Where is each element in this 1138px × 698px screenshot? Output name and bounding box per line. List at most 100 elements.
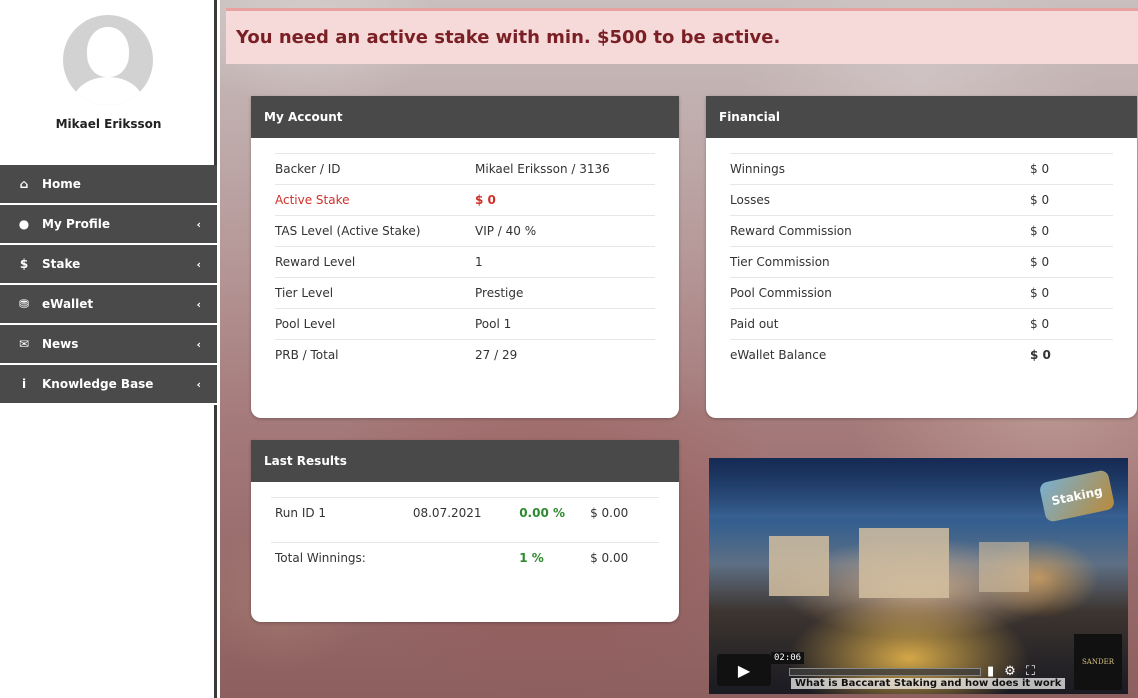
- row-value: $ 0: [1030, 224, 1050, 238]
- table-row: Winnings $ 0: [730, 153, 1113, 184]
- last-results-panel: Last Results Run ID 1 08.07.2021 0.00 % …: [251, 440, 679, 622]
- info-icon: i: [21, 377, 27, 391]
- financial-table: Winnings $ 0 Losses $ 0 Reward Commissio…: [730, 153, 1113, 370]
- table-row: Losses $ 0: [730, 184, 1113, 215]
- row-label: Tier Commission: [730, 255, 830, 269]
- user-icon: ●: [18, 217, 30, 231]
- brand-logo: SANDER: [1074, 634, 1122, 690]
- chevron-left-icon: ‹: [196, 217, 201, 231]
- table-row: Backer / ID Mikael Eriksson / 3136: [275, 153, 655, 184]
- row-label: PRB / Total: [275, 348, 339, 362]
- row-value: $ 0: [1030, 162, 1050, 176]
- main-content: You need an active stake with min. $500 …: [220, 0, 1138, 698]
- run-percent: 0.00 %: [519, 506, 565, 520]
- row-value: Prestige: [475, 286, 524, 300]
- table-row: Pool Level Pool 1: [275, 308, 655, 339]
- row-label: Reward Commission: [730, 224, 852, 238]
- play-button[interactable]: ▶: [717, 654, 771, 686]
- table-row: Reward Level 1: [275, 246, 655, 277]
- sidebar-item-news[interactable]: ✉ News ‹: [0, 325, 217, 365]
- row-value: $ 0: [1030, 193, 1050, 207]
- avatar-body: [73, 77, 143, 105]
- video-time: 02:06: [771, 652, 805, 664]
- run-date: 08.07.2021: [412, 506, 482, 520]
- video-progress-bar[interactable]: [789, 668, 981, 676]
- sidebar-item-home[interactable]: ⌂ Home: [0, 165, 217, 205]
- inactive-alert: You need an active stake with min. $500 …: [226, 8, 1138, 64]
- chevron-left-icon: ‹: [196, 377, 201, 391]
- sidebar-item-label: My Profile: [42, 217, 111, 231]
- table-row: eWallet Balance $ 0: [730, 339, 1113, 370]
- row-label: Tier Level: [275, 286, 334, 300]
- run-id: Run ID 1: [275, 506, 327, 520]
- sidebar-item-label: News: [42, 337, 79, 351]
- table-row: Active Stake $ 0: [275, 184, 655, 215]
- table-row: Reward Commission $ 0: [730, 215, 1113, 246]
- row-label: TAS Level (Active Stake): [275, 224, 421, 238]
- user-name: Mikael Eriksson: [55, 117, 162, 131]
- row-label: Paid out: [730, 317, 779, 331]
- sidebar-item-my-profile[interactable]: ● My Profile ‹: [0, 205, 217, 245]
- settings-icon[interactable]: ⚙: [1004, 664, 1016, 679]
- row-value: $ 0: [1030, 255, 1050, 269]
- dollar-icon: $: [19, 257, 29, 271]
- video-player[interactable]: Staking ▶ 02:06 What is Baccarat Staking…: [709, 458, 1128, 694]
- row-label: Losses: [730, 193, 770, 207]
- table-row: Tier Commission $ 0: [730, 246, 1113, 277]
- account-table: Backer / ID Mikael Eriksson / 3136 Activ…: [275, 153, 655, 370]
- sidebar-item-stake[interactable]: $ Stake ‹: [0, 245, 217, 285]
- row-label: Pool Level: [275, 317, 336, 331]
- row-value: Mikael Eriksson / 3136: [475, 162, 610, 176]
- row-value: 1: [475, 255, 483, 269]
- sidebar-item-knowledge-base[interactable]: i Knowledge Base ‹: [0, 365, 217, 405]
- table-row: Run ID 1 08.07.2021 0.00 % $ 0.00: [271, 497, 659, 528]
- chevron-left-icon: ‹: [196, 257, 201, 271]
- table-row-total: Total Winnings: 1 % $ 0.00: [271, 542, 659, 573]
- panel-title: Financial: [706, 96, 1137, 138]
- table-row: PRB / Total 27 / 29: [275, 339, 655, 370]
- envelope-icon: ✉: [18, 337, 30, 351]
- avatar-head: [87, 27, 129, 77]
- home-icon: ⌂: [19, 177, 29, 191]
- video-title: What is Baccarat Staking and how does it…: [791, 678, 1066, 689]
- sidebar-nav: ⌂ Home ● My Profile ‹ $ Stake ‹ ⛃ eWalle…: [0, 165, 217, 405]
- sidebar-item-label: Knowledge Base: [42, 377, 154, 391]
- brand-name: SANDER: [1082, 658, 1114, 666]
- alert-text: You need an active stake with min. $500 …: [236, 27, 781, 48]
- table-row: Pool Commission $ 0: [730, 277, 1113, 308]
- table-row: Paid out $ 0: [730, 308, 1113, 339]
- sidebar: Mikael Eriksson ⌂ Home ● My Profile ‹ $ …: [0, 0, 217, 698]
- sidebar-item-ewallet[interactable]: ⛃ eWallet ‹: [0, 285, 217, 325]
- sidebar-item-label: Home: [42, 177, 81, 191]
- table-row: Tier Level Prestige: [275, 277, 655, 308]
- row-label: Reward Level: [275, 255, 356, 269]
- panel-title: My Account: [251, 96, 679, 138]
- video-building: [979, 542, 1029, 592]
- volume-icon[interactable]: ▮: [987, 664, 994, 679]
- row-label: Winnings: [730, 162, 785, 176]
- sidebar-item-label: Stake: [42, 257, 81, 271]
- row-label: Active Stake: [275, 193, 350, 207]
- chevron-left-icon: ‹: [196, 297, 201, 311]
- row-value: $ 0: [1030, 317, 1050, 331]
- row-label: eWallet Balance: [730, 348, 827, 362]
- video-building: [859, 528, 949, 598]
- fullscreen-icon[interactable]: ⛶: [1026, 664, 1035, 679]
- active-stake-value: $ 0: [475, 193, 496, 207]
- table-row: TAS Level (Active Stake) VIP / 40 %: [275, 215, 655, 246]
- video-controls: ▮ ⚙ ⛶: [987, 664, 1035, 679]
- row-label: Backer / ID: [275, 162, 341, 176]
- financial-panel: Financial Winnings $ 0 Losses $ 0 Reward…: [706, 96, 1137, 418]
- panel-title: Last Results: [251, 440, 679, 482]
- row-value: 27 / 29: [475, 348, 518, 362]
- my-account-panel: My Account Backer / ID Mikael Eriksson /…: [251, 96, 679, 418]
- video-building: [769, 536, 829, 596]
- row-value: VIP / 40 %: [475, 224, 537, 238]
- row-value: $ 0: [1030, 286, 1050, 300]
- total-percent: 1 %: [519, 551, 544, 565]
- avatar[interactable]: [63, 15, 153, 105]
- total-amount: $ 0.00: [590, 551, 629, 565]
- row-value: Pool 1: [475, 317, 512, 331]
- results-table: Run ID 1 08.07.2021 0.00 % $ 0.00 Total …: [271, 497, 659, 573]
- ewallet-balance-value: $ 0: [1030, 348, 1051, 362]
